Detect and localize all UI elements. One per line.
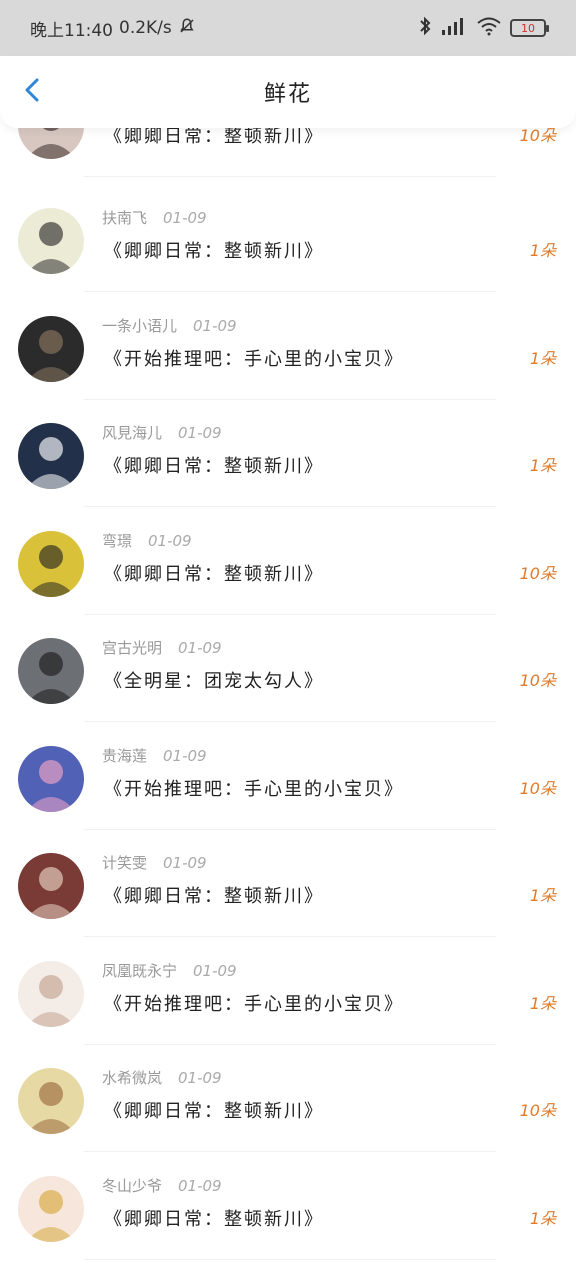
flower-count: 1朵	[529, 456, 556, 475]
date: 01-09	[193, 317, 237, 335]
user-info: 一条小语儿 01-09	[102, 315, 237, 336]
user-name: 一条小语儿	[102, 317, 178, 335]
book-title: 《全明星：团宠太勾人》	[104, 671, 324, 692]
flower-count: 1朵	[529, 1209, 556, 1228]
list-item[interactable]: 宫古光明 01-09 《全明星：团宠太勾人》 10朵	[0, 615, 576, 722]
user-name: 冬山少爷	[102, 1177, 163, 1195]
list-item[interactable]: 弯璟 01-09 《卿卿日常：整顿新川》 10朵	[0, 508, 576, 615]
user-name: 风見海儿	[102, 424, 163, 442]
avatar[interactable]	[18, 531, 84, 597]
book-title: 《卿卿日常：整顿新川》	[104, 564, 324, 585]
status-left: 晚上11:40 0.2K/s	[30, 16, 196, 41]
flower-count: 1朵	[529, 349, 556, 368]
book-title: 《开始推理吧：手心里的小宝贝》	[104, 349, 404, 370]
user-info: 凤凰既永宁 01-09	[102, 960, 237, 981]
user-name: 水希微岚	[102, 1069, 163, 1087]
page-title: 鲜花	[263, 82, 312, 107]
avatar[interactable]	[18, 316, 84, 382]
user-name: 计笑雯	[102, 854, 148, 872]
date: 01-09	[178, 1069, 222, 1087]
mute-bell-icon	[178, 17, 196, 40]
wifi-icon	[476, 16, 502, 41]
divider	[84, 1151, 496, 1152]
book-title: 《卿卿日常：整顿新川》	[104, 241, 324, 262]
user-name: 凤凰既永宁	[102, 962, 178, 980]
divider	[84, 176, 496, 177]
user-info: 贵海莲 01-09	[102, 745, 207, 766]
flower-count: 10朵	[519, 779, 556, 798]
date: 01-09	[178, 424, 222, 442]
list-item[interactable]: 扶南飞 01-09 《卿卿日常：整顿新川》 1朵	[0, 185, 576, 292]
battery-icon: 10	[510, 19, 549, 37]
user-info: 宫古光明 01-09	[102, 637, 222, 658]
user-info: 计笑雯 01-09	[102, 852, 207, 873]
date: 01-09	[163, 854, 207, 872]
book-title: 《卿卿日常：整顿新川》	[104, 1209, 324, 1230]
flower-count: 10朵	[519, 564, 556, 583]
avatar[interactable]	[18, 853, 84, 919]
list-item[interactable]: 一条小语儿 01-09 《开始推理吧：手心里的小宝贝》 1朵	[0, 293, 576, 400]
avatar[interactable]	[18, 961, 84, 1027]
book-title: 《卿卿日常：整顿新川》	[104, 1101, 324, 1122]
network-speed: 0.2K/s	[119, 18, 172, 38]
avatar[interactable]	[18, 1176, 84, 1242]
back-button[interactable]	[18, 78, 46, 106]
user-name: 贵海莲	[102, 747, 148, 765]
book-title: 《开始推理吧：手心里的小宝贝》	[104, 994, 404, 1015]
list-item[interactable]: 凤凰既永宁 01-09 《开始推理吧：手心里的小宝贝》 1朵	[0, 938, 576, 1045]
nav-bar: 鲜花	[0, 56, 576, 128]
user-name: 弯璟	[102, 532, 133, 550]
divider	[84, 291, 496, 292]
divider	[84, 506, 496, 507]
avatar[interactable]	[18, 208, 84, 274]
user-name: 扶南飞	[102, 209, 148, 227]
list-item[interactable]: 水希微岚 01-09 《卿卿日常：整顿新川》 10朵	[0, 1045, 576, 1152]
status-time: 晚上11:40	[30, 20, 113, 41]
divider	[84, 1259, 496, 1260]
date: 01-09	[148, 532, 192, 550]
list-item[interactable]: 贵海莲 01-09 《开始推理吧：手心里的小宝贝》 10朵	[0, 723, 576, 830]
flower-count: 1朵	[529, 994, 556, 1013]
date: 01-09	[193, 962, 237, 980]
avatar[interactable]	[18, 746, 84, 812]
chevron-left-icon	[22, 77, 42, 107]
user-info: 风見海儿 01-09	[102, 422, 222, 443]
user-info: 水希微岚 01-09	[102, 1067, 222, 1088]
avatar[interactable]	[18, 1068, 84, 1134]
battery-level: 10	[521, 21, 535, 35]
bluetooth-icon	[418, 16, 432, 41]
date: 01-09	[163, 209, 207, 227]
list-item[interactable]: 冬山少爷 01-09 《卿卿日常：整顿新川》 1朵	[0, 1153, 576, 1260]
divider	[84, 721, 496, 722]
flower-count: 10朵	[519, 1101, 556, 1120]
book-title: 《开始推理吧：手心里的小宝贝》	[104, 779, 404, 800]
book-title: 《卿卿日常：整顿新川》	[104, 886, 324, 907]
date: 01-09	[163, 747, 207, 765]
avatar[interactable]	[18, 638, 84, 704]
avatar[interactable]	[18, 423, 84, 489]
flower-list[interactable]: 《卿卿日常：整顿新川》 10朵 扶南飞 01-09 《卿卿日常：整顿新川》 1朵 一条小语儿…	[0, 100, 576, 1280]
divider	[84, 936, 496, 937]
list-item[interactable]: 风見海儿 01-09 《卿卿日常：整顿新川》 1朵	[0, 400, 576, 507]
date: 01-09	[178, 1177, 222, 1195]
date: 01-09	[178, 639, 222, 657]
user-info: 冬山少爷 01-09	[102, 1175, 222, 1196]
signal-icon	[440, 16, 468, 41]
list-item[interactable]: 计笑雯 01-09 《卿卿日常：整顿新川》 1朵	[0, 830, 576, 937]
flower-count: 10朵	[519, 671, 556, 690]
user-info: 弯璟 01-09	[102, 530, 192, 551]
book-title: 《卿卿日常：整顿新川》	[104, 456, 324, 477]
user-name: 宫古光明	[102, 639, 163, 657]
user-info: 扶南飞 01-09	[102, 207, 207, 228]
status-bar: 晚上11:40 0.2K/s 10	[0, 0, 576, 56]
status-right: 10	[418, 16, 549, 41]
flower-count: 1朵	[529, 886, 556, 905]
flower-count: 1朵	[529, 241, 556, 260]
